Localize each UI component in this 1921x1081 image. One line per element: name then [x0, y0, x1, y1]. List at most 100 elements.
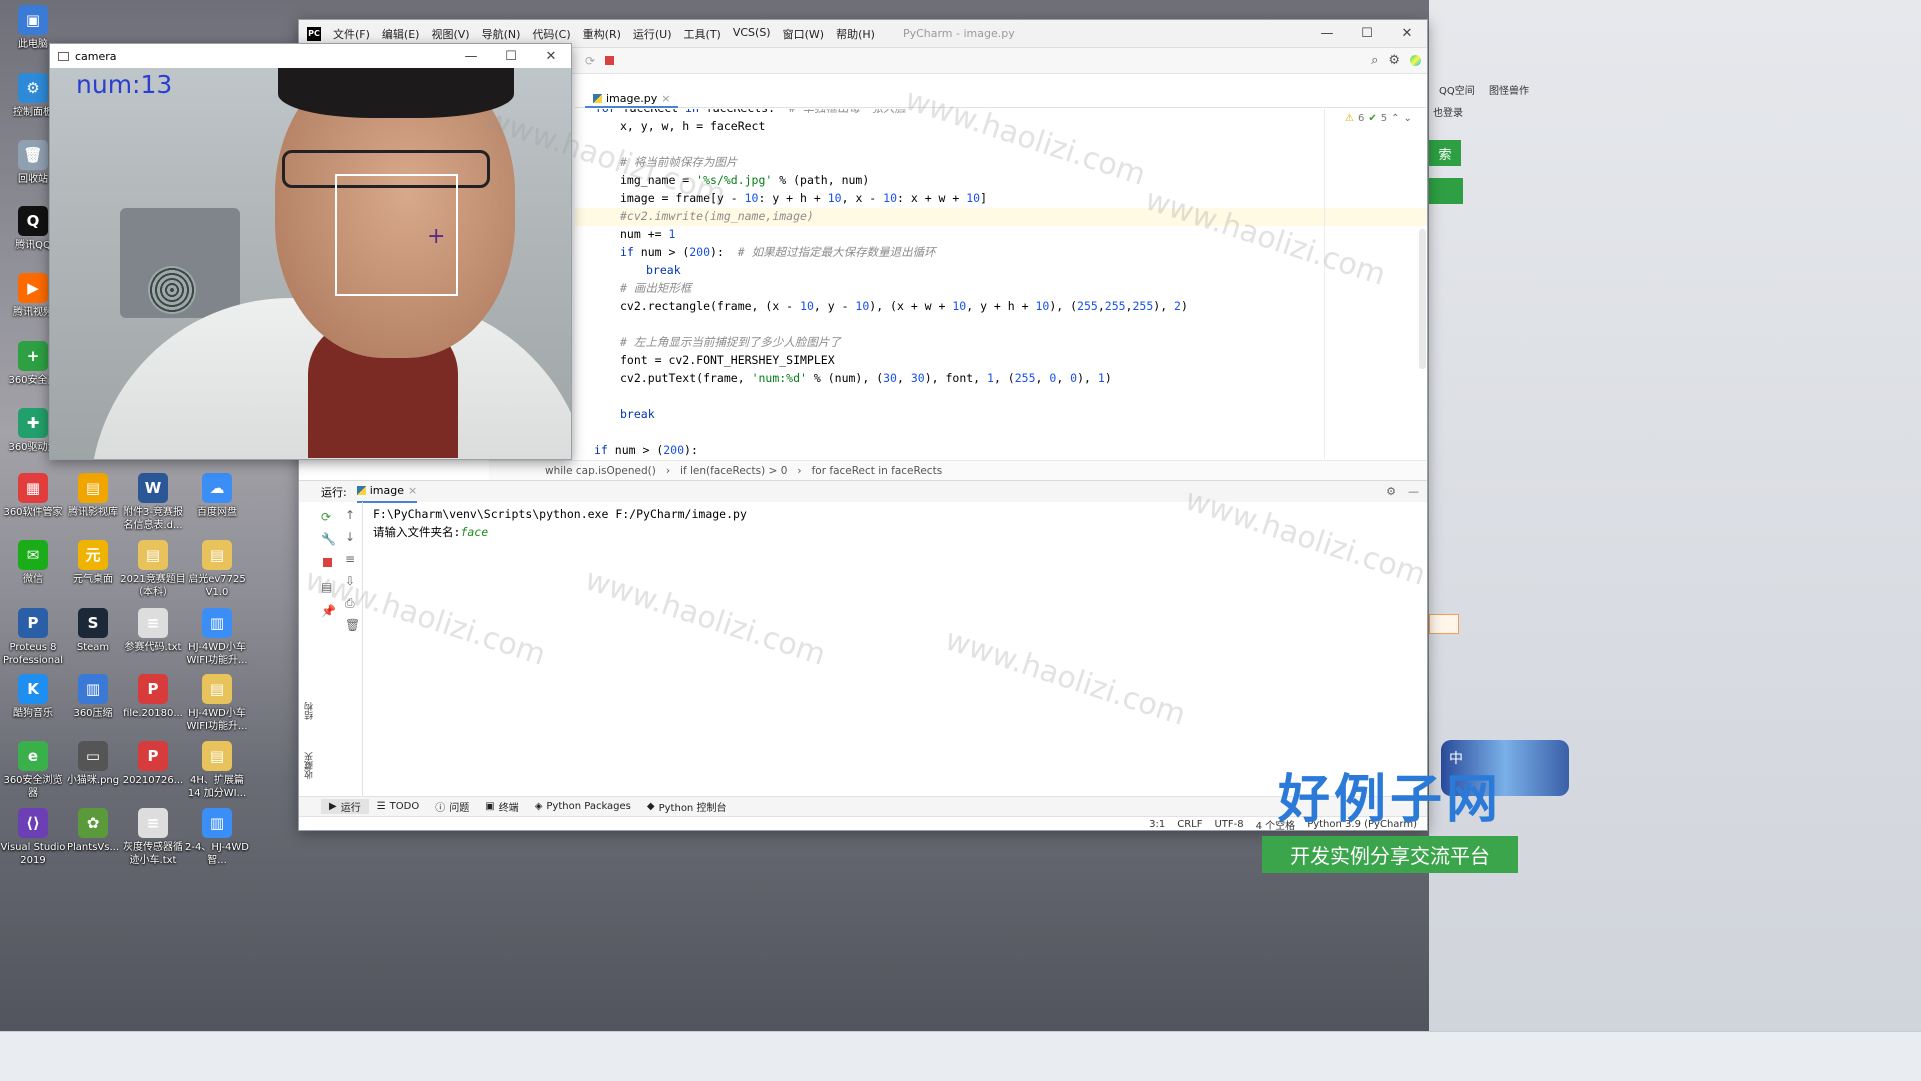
- run-hide-icon[interactable]: —: [1408, 485, 1419, 498]
- menu-item[interactable]: 帮助(H): [830, 26, 881, 42]
- desktop-icon[interactable]: ▤ HJ-4WD小车WIFI功能升...: [184, 674, 250, 733]
- bottom-tab[interactable]: ▶ 运行: [321, 799, 369, 814]
- close-button[interactable]: ✕: [1387, 26, 1427, 41]
- side-label-structure[interactable]: 结构: [303, 702, 316, 720]
- menu-item[interactable]: 编辑(E): [376, 26, 426, 42]
- bg-orange-field[interactable]: [1429, 614, 1459, 634]
- breadcrumb-item[interactable]: for faceRect in faceRects: [812, 465, 943, 477]
- tab-close-icon[interactable]: ×: [661, 92, 670, 105]
- print-icon[interactable]: ⎙: [345, 596, 355, 611]
- desktop-icon[interactable]: ≡ 参赛代码.txt: [120, 608, 186, 654]
- desktop-icon[interactable]: ▤ 4H、扩展篇14 加分WI...: [184, 741, 250, 800]
- desktop-icon[interactable]: ☁ 百度网盘: [184, 473, 250, 519]
- code-line: font = cv2.FONT_HERSHEY_SIMPLEX: [620, 353, 835, 367]
- arrow-down-icon[interactable]: ↓: [345, 530, 355, 544]
- stop-icon[interactable]: [323, 558, 332, 567]
- bottom-tab[interactable]: ⓘ 问题: [427, 799, 477, 814]
- code-editor[interactable]: for faceRect in faceRects: # 单独框出每一张人脸 x…: [575, 109, 1325, 459]
- camera-minimize-button[interactable]: —: [451, 49, 491, 64]
- inspection-widget[interactable]: ⚠ 6 ✔ 5 ⌃ ⌄: [1345, 113, 1412, 124]
- desktop-icon[interactable]: e 360安全浏览器: [0, 741, 66, 800]
- menu-item[interactable]: 运行(U): [627, 26, 678, 42]
- rerun-icon[interactable]: ⟳: [585, 54, 595, 68]
- run-settings-icon[interactable]: ⚙: [1386, 485, 1396, 498]
- menu-item[interactable]: 代码(C): [526, 26, 576, 42]
- desktop-icon[interactable]: ✉ 微信: [0, 540, 66, 586]
- run-tab[interactable]: image ×: [356, 481, 418, 503]
- bottom-tab-icon: ⓘ: [435, 803, 446, 814]
- bottom-tab[interactable]: ◈ Python Packages: [527, 801, 639, 812]
- breadcrumb-item[interactable]: if len(faceRects) > 0: [680, 465, 787, 477]
- desktop-icon-label: 元气桌面: [73, 574, 113, 585]
- menu-item[interactable]: 导航(N): [476, 26, 527, 42]
- desktop-icon[interactable]: ▥ HJ-4WD小车WIFI功能升...: [184, 608, 250, 667]
- desktop-icon[interactable]: K 酷狗音乐: [0, 674, 66, 720]
- bg-qq-space-label[interactable]: QQ空间: [1439, 82, 1475, 97]
- brand-title: 好例子网: [1277, 770, 1502, 830]
- desktop-icon-glyph-icon: ≡: [138, 608, 168, 638]
- taskbar: [0, 1031, 1921, 1081]
- desktop-icon[interactable]: ▤ 2021竞赛题目（本科）: [120, 540, 186, 599]
- tab-image-py[interactable]: image.py ×: [585, 90, 679, 108]
- soft-wrap-icon[interactable]: ≡: [345, 552, 355, 566]
- bg-search-button[interactable]: 索: [1429, 140, 1461, 166]
- desktop-icon-label: 腾讯影视库: [68, 507, 118, 518]
- desktop-icon[interactable]: ▥ 2-4、HJ-4WD智...: [184, 808, 250, 867]
- camera-close-button[interactable]: ✕: [531, 49, 571, 64]
- wrench-icon[interactable]: 🔧: [321, 532, 336, 546]
- desktop-icon[interactable]: ✿ PlantsVs...: [60, 808, 126, 854]
- bottom-tab[interactable]: ◆ Python 控制台: [639, 799, 735, 814]
- arrow-up-icon[interactable]: ↑: [345, 508, 355, 522]
- pycharm-logo-small-icon[interactable]: [1410, 55, 1421, 66]
- desktop-icon[interactable]: 元元气桌面: [60, 540, 126, 586]
- desktop-icon[interactable]: ▤ 腾讯影视库: [60, 473, 126, 519]
- desktop-icon[interactable]: Pfile.20180...: [120, 674, 186, 720]
- menu-item[interactable]: VCS(S): [727, 26, 777, 42]
- menu-item[interactable]: 视图(V): [425, 26, 475, 42]
- editor-scrollbar[interactable]: [1419, 229, 1426, 369]
- desktop-icon-label: 2-4、HJ-4WD智...: [184, 842, 249, 866]
- desktop-icon[interactable]: P 20210726...: [120, 741, 186, 787]
- maximize-button[interactable]: ☐: [1347, 26, 1387, 41]
- camera-maximize-button[interactable]: ☐: [491, 49, 531, 64]
- desktop-icon-label: 360软件管家: [3, 507, 63, 518]
- stop-icon[interactable]: [605, 56, 615, 65]
- desktop-icon-glyph-icon: ▦: [18, 473, 48, 503]
- chevron-down-icon[interactable]: ⌄: [1404, 113, 1412, 124]
- desktop-icon[interactable]: ▤ 启光ev7725 V1.0: [184, 540, 250, 599]
- run-tab-close-icon[interactable]: ×: [408, 484, 417, 497]
- desktop-icon[interactable]: P Proteus 8 Professional: [0, 608, 66, 667]
- status-item[interactable]: UTF-8: [1214, 819, 1243, 830]
- bottom-tab[interactable]: ▣ 终端: [477, 799, 526, 814]
- settings-icon[interactable]: ⚙: [1388, 53, 1400, 68]
- console-output[interactable]: F:\PyCharm\venv\Scripts\python.exe F:/Py…: [373, 505, 747, 541]
- desktop-icon[interactable]: S Steam: [60, 608, 126, 654]
- status-item[interactable]: 3:1: [1149, 819, 1165, 830]
- desktop-icon[interactable]: ⟨⟩ Visual Studio 2019: [0, 808, 66, 867]
- layout-icon[interactable]: ▤: [321, 580, 332, 594]
- menu-item[interactable]: 窗口(W): [777, 26, 830, 42]
- menu-item[interactable]: 文件(F): [327, 26, 376, 42]
- bg-tuguai-label[interactable]: 图怪兽作: [1489, 82, 1529, 97]
- breadcrumb-item[interactable]: while cap.isOpened(): [545, 465, 656, 477]
- desktop-icon[interactable]: W 附件3-竞赛报名信息表.d...: [120, 473, 186, 532]
- trash-icon[interactable]: 🗑: [345, 618, 360, 632]
- side-label-favorites[interactable]: 收藏夹: [303, 752, 316, 779]
- desktop-icon[interactable]: ▥ 360压缩: [60, 674, 126, 720]
- menu-item[interactable]: 重构(R): [577, 26, 627, 42]
- search-icon[interactable]: ⌕: [1371, 53, 1378, 68]
- desktop-icon[interactable]: ▭ 小猫咪.png: [60, 741, 126, 787]
- desktop-icon[interactable]: ▦ 360软件管家: [0, 473, 66, 519]
- bottom-tab[interactable]: ☰ TODO: [369, 801, 428, 812]
- run-side-toolbar: ⟳ 🔧 ▤ 📌 ↑ ↓ ≡ ⇩ ⎙ 🗑 结构 收藏夹: [299, 502, 363, 798]
- scroll-end-icon[interactable]: ⇩: [345, 574, 355, 588]
- desktop-icon[interactable]: ≡ 灰度传感器循迹小车.txt: [120, 808, 186, 867]
- pin-icon[interactable]: 📌: [321, 604, 336, 618]
- minimize-button[interactable]: —: [1307, 26, 1347, 41]
- bottom-tab-icon: ◆: [646, 801, 655, 812]
- menu-item[interactable]: 工具(T): [678, 26, 727, 42]
- status-item[interactable]: CRLF: [1177, 819, 1202, 830]
- rerun-icon[interactable]: ⟳: [321, 510, 331, 524]
- bg-login-label[interactable]: 也登录: [1433, 104, 1463, 119]
- chevron-up-icon[interactable]: ⌃: [1391, 113, 1399, 124]
